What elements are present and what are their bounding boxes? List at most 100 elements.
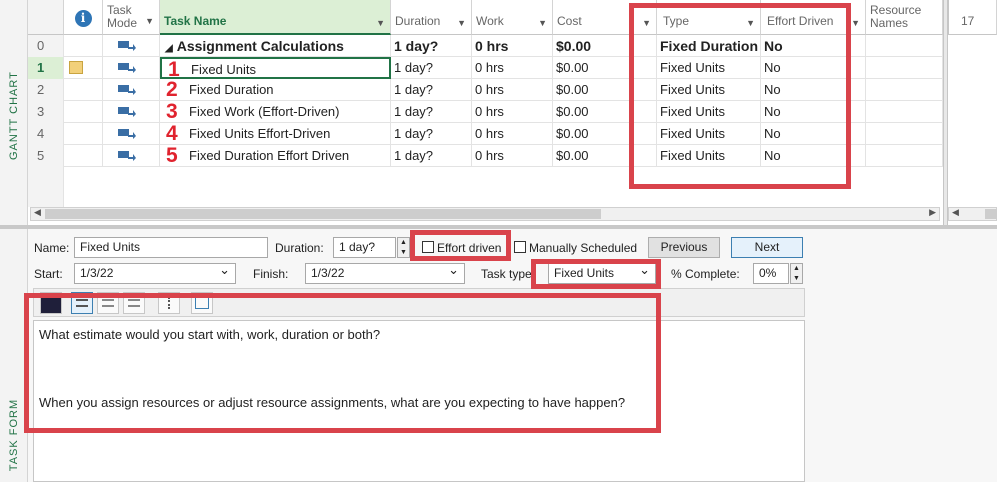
task-name-field[interactable]: Fixed Units: [74, 237, 268, 258]
finish-label: Finish:: [253, 267, 289, 281]
task-mode-cell[interactable]: [103, 145, 160, 167]
scroll-left-icon[interactable]: ◀: [952, 207, 959, 218]
spin-up-icon[interactable]: ▲: [400, 239, 407, 246]
resource-names-cell[interactable]: [866, 57, 943, 79]
gantt-grid: i Task Mode ▼ Task Name ▼ Duration ▼ Work ▼ …: [28, 0, 997, 225]
task-name-cell[interactable]: 1 Fixed Units: [160, 57, 391, 79]
duration-spinner[interactable]: ▲ ▼: [397, 237, 410, 258]
gantt-chart-label: GANTT CHART: [8, 71, 20, 160]
duration-field[interactable]: 1 day?: [333, 237, 396, 258]
manually-scheduled-label: Manually Scheduled: [529, 241, 638, 255]
task-mode-cell[interactable]: [103, 35, 160, 57]
percent-complete-spinner[interactable]: ▲ ▼: [790, 263, 803, 284]
red-number-annotation: 3: [166, 101, 178, 123]
scrollbar-thumb[interactable]: [45, 209, 601, 219]
task-name-text: Fixed Units: [191, 62, 257, 77]
work-cell[interactable]: 0 hrs: [472, 145, 553, 167]
finish-date-picker[interactable]: 1/3/22: [305, 260, 465, 284]
task-type-highlight-box: [531, 259, 661, 289]
spin-down-icon[interactable]: ▼: [400, 249, 407, 256]
scroll-left-icon[interactable]: ◀: [34, 207, 41, 218]
duration-header-label: Duration: [395, 14, 441, 28]
work-header-label: Work: [476, 14, 504, 28]
duration-cell[interactable]: 1 day?: [391, 101, 472, 123]
task-name-cell[interactable]: 3 Fixed Work (Effort-Driven): [160, 101, 391, 123]
red-number-annotation: 2: [166, 79, 178, 101]
resource-names-cell[interactable]: [866, 123, 943, 145]
start-label: Start:: [34, 267, 63, 281]
manually-scheduled-checkbox[interactable]: [514, 241, 526, 253]
task-form-label: TASK FORM: [8, 398, 20, 472]
task-mode-header-label: Task Mode: [107, 3, 138, 30]
percent-complete-label: % Complete:: [671, 267, 740, 281]
red-number-annotation: 4: [166, 123, 178, 145]
row-id: 5: [28, 145, 64, 167]
resource-names-header-label: Resource Names: [870, 3, 922, 30]
task-mode-cell[interactable]: [103, 123, 160, 145]
duration-cell[interactable]: 1 day?: [391, 79, 472, 101]
task-mode-cell[interactable]: [103, 79, 160, 101]
task-name-cell[interactable]: 4 Fixed Units Effort-Driven: [160, 123, 391, 145]
percent-complete-field[interactable]: 0%: [753, 263, 789, 284]
chevron-down-icon[interactable]: ▼: [145, 15, 154, 28]
resource-names-cell[interactable]: [866, 35, 943, 57]
task-mode-header[interactable]: Task Mode ▼: [103, 0, 160, 35]
task-name-cell[interactable]: 2 Fixed Duration: [160, 79, 391, 101]
timeline-horizontal-scrollbar[interactable]: ◀: [948, 207, 997, 221]
scrollbar-thumb[interactable]: [985, 209, 997, 219]
resource-names-cell[interactable]: [866, 101, 943, 123]
collapse-triangle-icon[interactable]: ◢: [165, 43, 173, 54]
type-effort-highlight-box: [629, 3, 851, 189]
task-mode-cell[interactable]: [103, 57, 160, 79]
auto-scheduled-icon: [118, 85, 136, 95]
indicator-cell: [64, 79, 103, 101]
empty-row-header-area: [28, 167, 64, 207]
duration-cell[interactable]: 1 day?: [391, 123, 472, 145]
notes-highlight-box: [24, 293, 661, 433]
chevron-down-icon[interactable]: ▼: [376, 18, 385, 28]
task-name-cell[interactable]: 5 Fixed Duration Effort Driven: [160, 145, 391, 167]
previous-button[interactable]: Previous: [648, 237, 720, 258]
auto-scheduled-icon: [118, 151, 136, 161]
chevron-down-icon[interactable]: ▼: [851, 18, 860, 28]
task-name-header[interactable]: Task Name ▼: [160, 0, 391, 35]
auto-scheduled-icon: [118, 129, 136, 139]
row-id: 0: [28, 35, 64, 57]
task-name-cell[interactable]: ◢ Assignment Calculations: [160, 35, 391, 57]
scroll-right-icon[interactable]: ▶: [929, 207, 936, 218]
work-cell[interactable]: 0 hrs: [472, 79, 553, 101]
note-icon[interactable]: [69, 61, 83, 74]
select-all-corner[interactable]: [28, 0, 64, 35]
duration-cell[interactable]: 1 day?: [391, 145, 472, 167]
name-label: Name:: [34, 241, 70, 255]
chevron-down-icon[interactable]: ▼: [538, 18, 547, 28]
effort-driven-highlight-box: [410, 230, 511, 261]
spin-down-icon[interactable]: ▼: [793, 275, 800, 282]
resource-names-header[interactable]: Resource Names: [866, 0, 943, 35]
work-cell[interactable]: 0 hrs: [472, 57, 553, 79]
timeline-date-label: 17: [961, 14, 975, 28]
start-date-picker[interactable]: 1/3/22: [74, 260, 236, 284]
indicators-header[interactable]: i: [64, 0, 103, 35]
indicator-cell: [64, 123, 103, 145]
grid-horizontal-scrollbar[interactable]: ◀ ▶: [30, 207, 940, 221]
row-id: 2: [28, 79, 64, 101]
task-mode-cell[interactable]: [103, 101, 160, 123]
spin-up-icon[interactable]: ▲: [793, 265, 800, 272]
task-name-text: Fixed Units Effort-Driven: [189, 126, 331, 141]
work-cell[interactable]: 0 hrs: [472, 35, 553, 57]
resource-names-cell[interactable]: [866, 79, 943, 101]
resource-names-cell[interactable]: [866, 145, 943, 167]
duration-header[interactable]: Duration ▼: [391, 0, 472, 35]
duration-cell[interactable]: 1 day?: [391, 35, 472, 57]
gantt-chart-strip: GANTT CHART: [0, 0, 28, 225]
work-cell[interactable]: 0 hrs: [472, 101, 553, 123]
splitter-bar[interactable]: [943, 0, 948, 225]
duration-cell[interactable]: 1 day?: [391, 57, 472, 79]
work-cell[interactable]: 0 hrs: [472, 123, 553, 145]
indicator-cell: [64, 57, 103, 79]
work-header[interactable]: Work ▼: [472, 0, 553, 35]
chevron-down-icon[interactable]: ▼: [457, 18, 466, 28]
row-id: 1: [28, 57, 64, 79]
next-button[interactable]: Next: [731, 237, 803, 258]
